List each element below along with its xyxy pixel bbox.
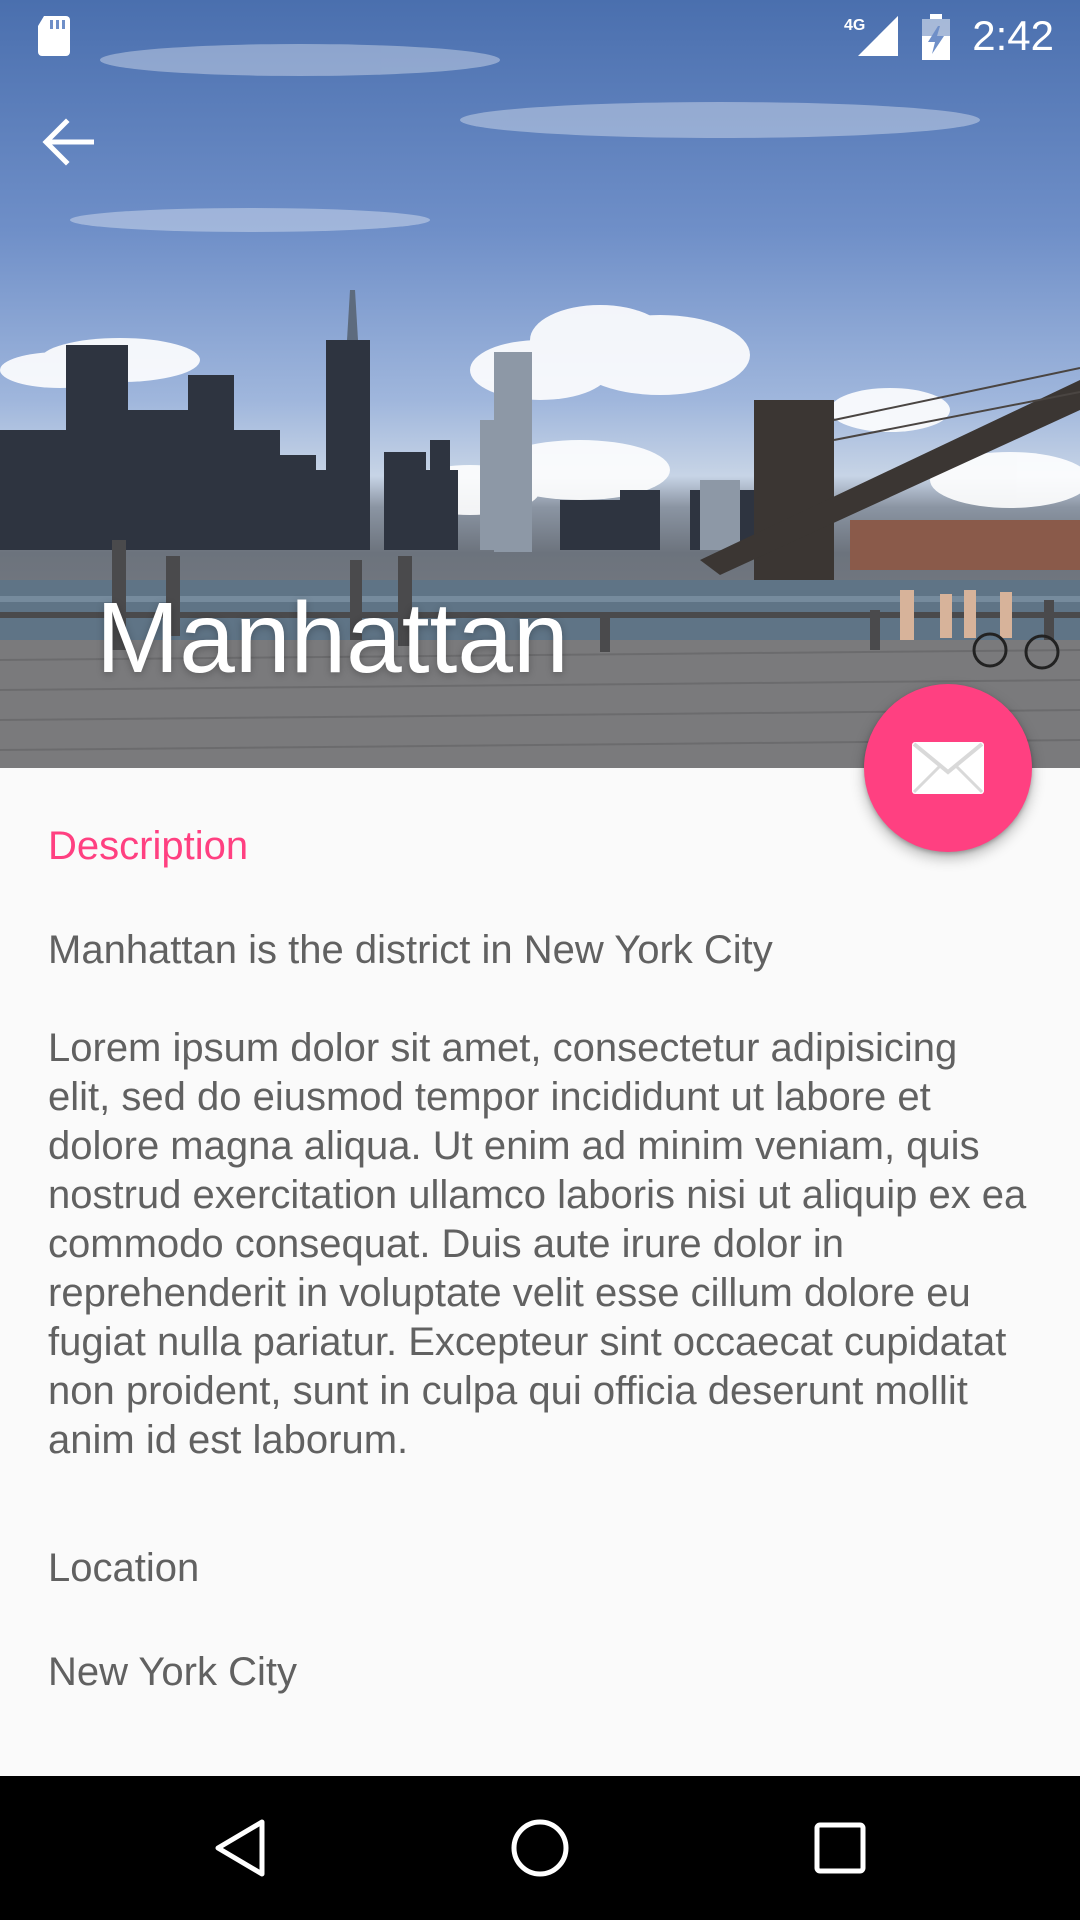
status-time: 2:42 (972, 12, 1054, 59)
arrow-back-icon (42, 118, 94, 166)
header-image: 4G 2:42 Manhattan (0, 0, 1080, 768)
description-heading: Description (48, 824, 249, 868)
app-screen: 4G 2:42 Manhattan Description Manhattan … (0, 0, 1080, 1920)
network-type-label: 4G (844, 17, 865, 34)
signal-4g-icon: 4G (844, 16, 898, 56)
email-fab-button[interactable] (864, 684, 1032, 852)
mail-icon (912, 742, 984, 794)
location-label: Location (48, 1546, 200, 1590)
nav-back-button[interactable] (180, 1800, 300, 1896)
battery-charging-icon (922, 14, 950, 60)
recents-square-icon (814, 1822, 866, 1874)
status-bar: 4G 2:42 (0, 0, 1080, 72)
location-value: New York City (48, 1650, 297, 1694)
description-body: Lorem ipsum dolor sit amet, consectetur … (48, 1026, 1027, 1462)
sd-card-icon (38, 16, 70, 56)
description-summary: Manhattan is the district in New York Ci… (48, 928, 773, 972)
nav-home-button[interactable] (480, 1800, 600, 1896)
system-nav-bar (0, 1776, 1080, 1920)
home-circle-icon (511, 1819, 569, 1877)
page-title: Manhattan (96, 582, 569, 694)
back-triangle-icon (215, 1819, 265, 1877)
nav-recents-button[interactable] (780, 1800, 900, 1896)
back-button[interactable] (42, 118, 126, 194)
